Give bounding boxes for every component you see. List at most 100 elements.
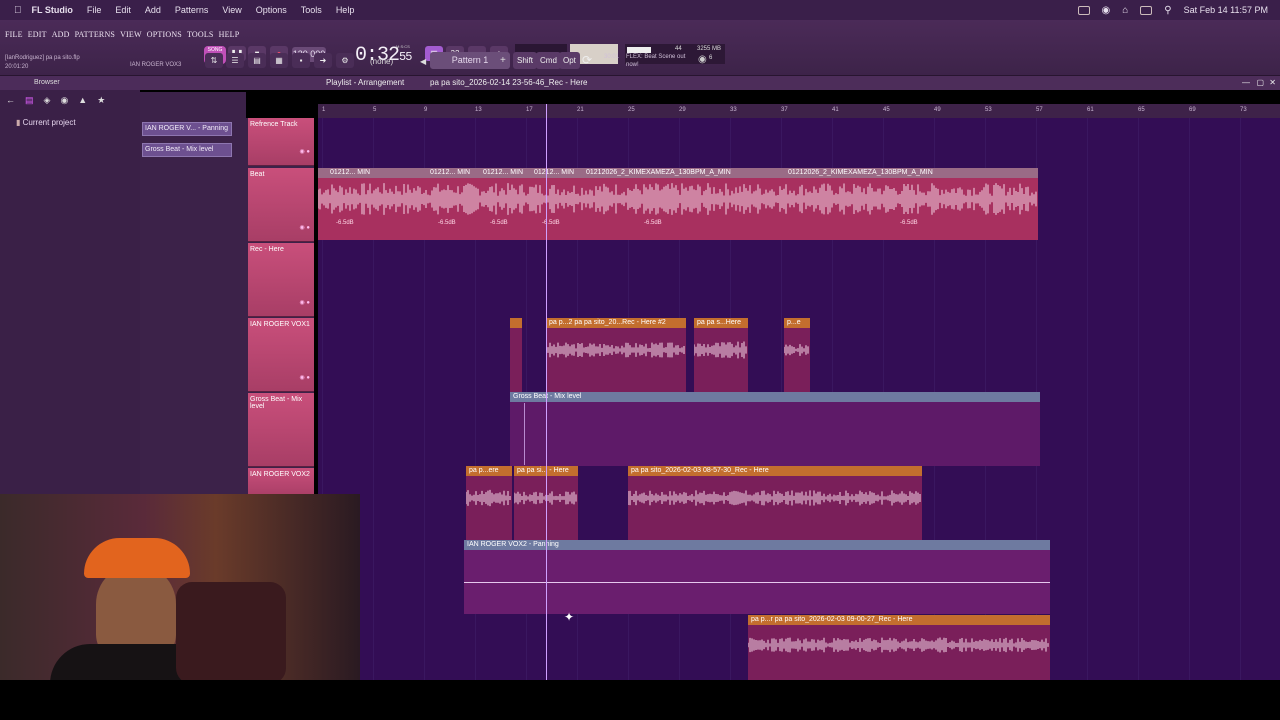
fl-menu-edit[interactable]: EDIT: [28, 30, 47, 39]
fl-menu-help[interactable]: HELP: [219, 30, 240, 39]
mic-button[interactable]: ⚙: [336, 53, 354, 68]
picker-item-grossbeat[interactable]: Gross Beat - Mix level: [142, 143, 232, 157]
menu-edit[interactable]: Edit: [115, 5, 131, 15]
clip-label: 01212... MIN: [483, 169, 524, 176]
project-info: [IanRodriguez] pa pa sito.flp 20:01:20: [5, 54, 80, 72]
track-controls[interactable]: ◉ ●: [299, 374, 310, 381]
clock-text[interactable]: Sat Feb 14 11:57 PM: [1184, 5, 1268, 15]
audio-clip-beat[interactable]: 01212... MIN 01212... MIN 01212... MIN 0…: [318, 168, 1038, 240]
cpu-value: 44: [675, 46, 682, 52]
refresh-icon[interactable]: ⟳: [582, 53, 592, 67]
menu-file[interactable]: File: [87, 5, 102, 15]
fl-menu-patterns[interactable]: PATTERNS: [75, 30, 115, 39]
app-menu[interactable]: FL Studio: [32, 5, 73, 15]
ruler-tick-label: 45: [883, 107, 890, 113]
snap-button[interactable]: ⇅: [205, 53, 223, 68]
browser-header: Browser: [0, 76, 140, 90]
flex-news[interactable]: FLEX: Beat Scene out now!: [626, 53, 696, 69]
ruler-tick-label: 29: [679, 107, 686, 113]
clip-label: 01212026_2_KIMEXAMEZA_130BPM_A_MIN: [586, 169, 731, 176]
piano-roll-button[interactable]: ▤: [248, 53, 266, 68]
time-small: 55: [399, 50, 412, 64]
audio-clip-vox1-a[interactable]: [510, 318, 522, 392]
fl-menu-tools[interactable]: TOOLS: [187, 30, 214, 39]
search-icon[interactable]: ⚲: [1164, 5, 1171, 16]
waveform: [318, 183, 1037, 215]
current-project-label: Current project: [22, 118, 76, 127]
fl-menu-add[interactable]: ADD: [52, 30, 70, 39]
add-pattern-icon[interactable]: +: [500, 55, 506, 66]
star-icon[interactable]: ★: [97, 95, 105, 106]
fl-menu-file[interactable]: FILE: [5, 30, 23, 39]
track-header-beat[interactable]: Beat ◉ ●: [248, 168, 314, 242]
fl-menu-view[interactable]: VIEW: [120, 30, 142, 39]
db-label: -6.5dB: [900, 220, 918, 226]
mouse-cursor-icon: ✦: [564, 610, 575, 624]
menu-tools[interactable]: Tools: [301, 5, 322, 15]
back-icon[interactable]: ←: [6, 95, 15, 105]
track-name-label: Beat: [250, 171, 265, 178]
battery-icon[interactable]: [1140, 5, 1153, 15]
screen: { "macbar": { "app": "FL Studio", "menus…: [0, 0, 1280, 720]
cmd-button[interactable]: Cmd: [536, 52, 561, 69]
timeline-ruler[interactable]: 1 5 9 13 17 21 25 29 33 37 41 45 49 53 57 61 65 69 73: [318, 104, 1280, 118]
audio-clip-vox1-b[interactable]: pa p...2 pa pa sito_20...Rec - Here #2: [546, 318, 686, 392]
control-center-icon[interactable]: ◉: [1102, 5, 1111, 16]
minimize-icon[interactable]: —: [1242, 76, 1250, 90]
current-project-item[interactable]: ▮ Current project: [16, 118, 76, 127]
track-header-rec[interactable]: Rec - Here ◉ ●: [248, 243, 314, 317]
none-select[interactable]: (none): [370, 57, 393, 66]
playlist-button[interactable]: ☰: [226, 53, 244, 68]
screen-record-icon[interactable]: [1077, 5, 1090, 15]
menu-options[interactable]: Options: [256, 5, 287, 15]
audio-clip-vox1-e[interactable]: p...e: [784, 318, 810, 392]
track-header-vox1[interactable]: IAN ROGER VOX1 ◉ ●: [248, 318, 314, 392]
maximize-icon[interactable]: ▢: [1256, 76, 1264, 90]
snap-icon: ⇅: [210, 56, 218, 65]
ruler-tick-label: 61: [1087, 107, 1094, 113]
picker-item-panning[interactable]: IAN ROGER V... - Panning: [142, 122, 232, 136]
menu-help[interactable]: Help: [336, 5, 355, 15]
current-project-icon[interactable]: ▤: [25, 95, 34, 106]
menu-patterns[interactable]: Patterns: [175, 5, 209, 15]
arrow-button[interactable]: ➜: [314, 53, 332, 68]
automation-clip-panning[interactable]: IAN ROGER VOX2 - Panning: [464, 540, 1050, 614]
fl-menu-options[interactable]: OPTIONS: [147, 30, 182, 39]
plugin-icon[interactable]: ◈: [44, 95, 51, 106]
playlist-grid[interactable]: 01212... MIN 01212... MIN 01212... MIN 0…: [318, 118, 1280, 680]
wifi-icon[interactable]: ⌂: [1122, 5, 1128, 16]
apple-icon[interactable]: : [14, 5, 22, 16]
channel-rack-button[interactable]: ▦: [270, 53, 288, 68]
close-icon[interactable]: ✕: [1269, 76, 1276, 90]
menu-add[interactable]: Add: [145, 5, 161, 15]
audio-clip-vox2-c[interactable]: pa pa sito_2026-02-03 08-57-30_Rec - Her…: [628, 466, 922, 540]
opt-button[interactable]: Opt: [559, 52, 580, 69]
automation-line: [464, 582, 1050, 583]
menu-view[interactable]: View: [222, 5, 241, 15]
automation-clip-grossbeat[interactable]: Gross Beat - Mix level: [510, 392, 1040, 466]
database-icon[interactable]: ◉: [60, 95, 68, 106]
track-header-reference[interactable]: Refrence Track ◉ ●: [248, 118, 314, 166]
track-header-grossbeat[interactable]: Gross Beat - Mix level: [248, 393, 314, 467]
pattern-selector[interactable]: Pattern 1: [430, 52, 510, 69]
track-name-label: Refrence Track: [250, 121, 298, 128]
chair: [176, 582, 286, 684]
mixer-button[interactable]: ▪: [292, 53, 310, 68]
online-icon[interactable]: ◉: [698, 54, 707, 65]
shift-button[interactable]: Shift: [513, 52, 538, 69]
waveform: [546, 342, 685, 358]
playlist-icon: ☰: [231, 56, 239, 65]
pattern-prev-icon[interactable]: ◀: [420, 57, 426, 66]
track-controls[interactable]: ◉ ●: [299, 148, 310, 155]
audio-clip-vox2-a[interactable]: pa p...ere: [466, 466, 512, 540]
audio-clip-vox1-d[interactable]: pa pa s...Here: [694, 318, 748, 392]
waveform: [628, 490, 921, 506]
clip-label: pa pa sito_2026-02-03 09-00-27_Rec - Her…: [774, 616, 913, 623]
cloud-icon[interactable]: ▲: [78, 95, 87, 105]
track-controls[interactable]: ◉ ●: [299, 299, 310, 306]
clip-header: pa p...2 pa pa sito_20...Rec - Here #2: [546, 318, 686, 328]
waveform: [784, 344, 809, 356]
audio-clip-vox3[interactable]: pa p...r pa pa sito_2026-02-03 09-00-27_…: [748, 615, 1050, 680]
playhead[interactable]: [546, 104, 547, 684]
track-controls[interactable]: ◉ ●: [299, 224, 310, 231]
